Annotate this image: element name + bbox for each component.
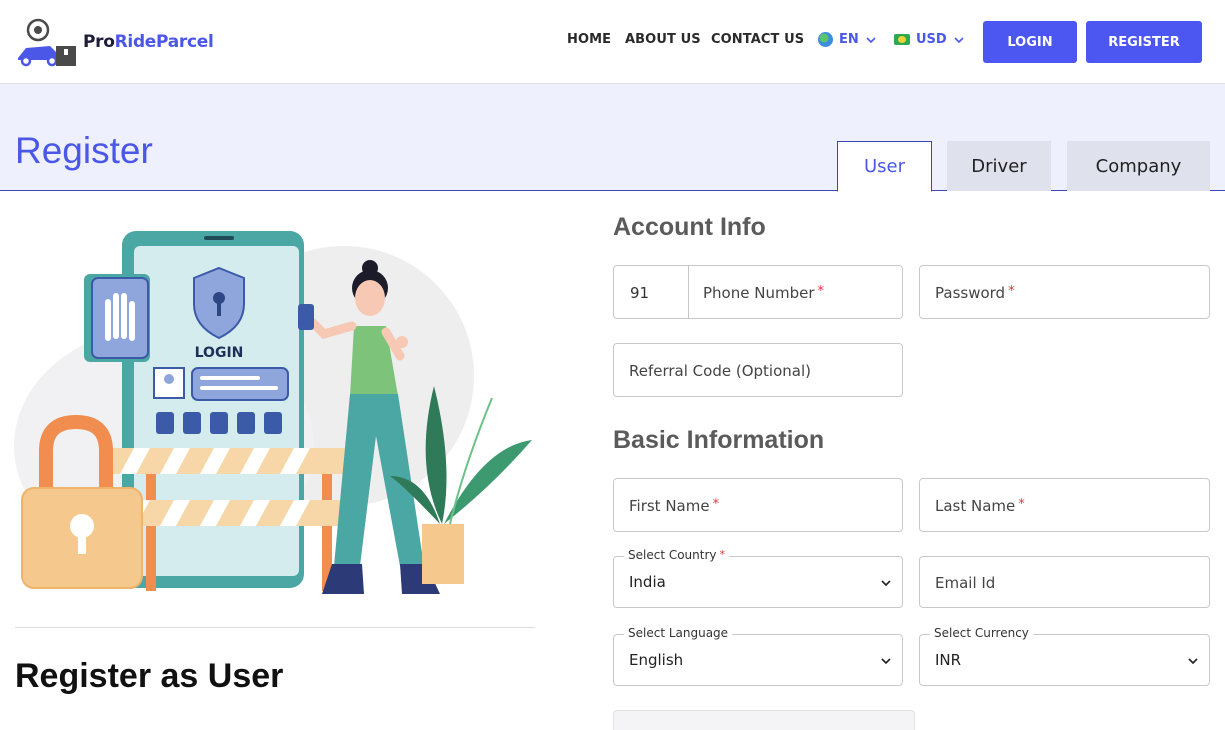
section-divider [15, 627, 535, 628]
referral-code-field[interactable]: Referral Code (Optional) [613, 343, 903, 397]
phone-number-placeholder-text: Phone Number [703, 284, 815, 302]
flag-icon [894, 34, 910, 45]
chevron-down-icon [866, 36, 876, 43]
page-title: Register [15, 130, 153, 171]
required-marker: * [1018, 497, 1025, 512]
country-code-value: 91 [630, 284, 650, 302]
phone-number-placeholder: Phone Number * [703, 284, 824, 302]
currency-selector[interactable]: USD [894, 32, 965, 47]
chevron-down-icon [1188, 658, 1198, 665]
brand-name: ProRideParcel [83, 32, 214, 52]
language-select[interactable]: Select Language English [613, 626, 903, 686]
register-as-user-title: Register as User [15, 657, 284, 695]
next-field-partial[interactable] [613, 710, 915, 730]
country-code-box[interactable]: 91 [614, 266, 689, 318]
globe-icon [818, 32, 833, 47]
email-field[interactable]: Email Id [919, 556, 1210, 608]
currency-select-value: INR [935, 651, 962, 669]
password-field[interactable]: Password * [919, 265, 1210, 319]
brand-logo[interactable]: ProRideParcel [14, 18, 224, 68]
last-name-field[interactable]: Last Name * [919, 478, 1210, 532]
tab-user[interactable]: User [837, 141, 932, 192]
brand-name-rideparcel: RideParcel [114, 32, 214, 52]
login-security-illustration: LOGIN [14, 231, 532, 594]
country-select-value: India [629, 573, 666, 591]
first-name-placeholder-text: First Name [629, 497, 710, 515]
required-marker: * [719, 548, 726, 561]
country-select[interactable]: Select Country * India [613, 548, 903, 608]
required-marker: * [712, 497, 720, 512]
illustration-login-label: LOGIN [195, 345, 244, 361]
language-selector[interactable]: EN [818, 32, 877, 47]
chevron-down-icon [881, 658, 891, 665]
basic-information-title: Basic Information [613, 426, 825, 454]
currency-select-label: Select Currency [930, 626, 1033, 640]
country-select-label: Select Country * [624, 548, 730, 562]
phone-number-field[interactable]: 91 Phone Number * [613, 265, 903, 319]
first-name-placeholder: First Name * [629, 497, 719, 515]
currency-select[interactable]: Select Currency INR [919, 626, 1210, 686]
nav-contact-us[interactable]: CONTACT US [711, 32, 804, 47]
last-name-placeholder: Last Name * [935, 497, 1025, 515]
tab-driver[interactable]: Driver [947, 141, 1051, 191]
register-button[interactable]: REGISTER [1086, 21, 1202, 63]
chevron-down-icon [881, 580, 891, 587]
language-select-label: Select Language [624, 626, 733, 640]
email-placeholder: Email Id [935, 574, 996, 592]
first-name-field[interactable]: First Name * [613, 478, 903, 532]
register-illustration: LOGIN [14, 226, 536, 601]
currency-value: USD [916, 32, 947, 47]
chevron-down-icon [954, 36, 964, 43]
language-value: EN [839, 32, 859, 47]
page-banner: Register User Driver Company [0, 84, 1225, 192]
brand-name-pro: Pro [83, 32, 115, 52]
logo-mark-icon [18, 18, 76, 67]
nav-home[interactable]: HOME [567, 32, 611, 47]
required-marker: * [1008, 284, 1015, 299]
nav-about-us[interactable]: ABOUT US [625, 32, 701, 47]
language-select-value: English [629, 651, 684, 669]
site-header: ProRideParcel HOME ABOUT US CONTACT US E… [0, 0, 1225, 84]
referral-code-placeholder: Referral Code (Optional) [629, 362, 811, 380]
last-name-placeholder-text: Last Name [935, 497, 1016, 515]
tab-company[interactable]: Company [1067, 141, 1210, 191]
password-placeholder-text: Password [935, 284, 1006, 302]
login-button[interactable]: LOGIN [983, 21, 1077, 63]
country-select-label-text: Select Country [628, 548, 717, 562]
account-info-title: Account Info [613, 213, 766, 241]
required-marker: * [817, 284, 825, 299]
password-placeholder: Password * [935, 284, 1015, 302]
